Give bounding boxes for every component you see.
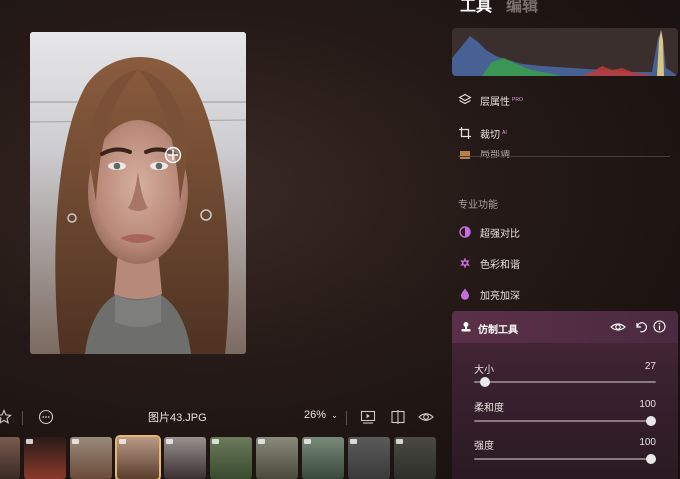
image-badge-icon	[212, 439, 219, 444]
visibility-eye-icon[interactable]	[610, 320, 626, 339]
super-contrast-label: 超强对比	[480, 228, 520, 240]
thumbnail[interactable]	[210, 437, 252, 479]
right-panel: 工具 编辑 层属性 PRO 裁切 AI 局部调 专业功能 超强对比 色彩和谐 加…	[450, 0, 680, 479]
portrait-illustration	[30, 32, 246, 354]
panel-tabs: 工具 编辑	[460, 0, 538, 16]
thumbnail[interactable]	[256, 437, 298, 479]
super-contrast-item[interactable]: 超强对比	[458, 222, 520, 242]
layer-properties-label: 层属性	[480, 96, 510, 108]
preview-eye-icon[interactable]	[418, 409, 434, 425]
portrait-photo[interactable]	[30, 32, 246, 354]
image-badge-icon	[166, 439, 173, 444]
image-badge-icon	[350, 439, 357, 444]
softness-slider-label: 柔和度	[474, 403, 504, 414]
image-badge-icon	[26, 439, 33, 444]
strength-slider-value: 100	[639, 437, 656, 448]
strength-slider-handle[interactable]	[645, 454, 656, 464]
brush-icon	[458, 150, 472, 160]
filename-label: 图片43.JPG	[148, 412, 207, 424]
dodge-burn-label: 加亮加深	[480, 290, 520, 302]
bottom-toolbar: 图片43.JPG 26% ⌄	[0, 405, 450, 431]
size-slider-value: 27	[644, 361, 656, 372]
compare-icon[interactable]	[390, 409, 406, 425]
thumbnail[interactable]	[0, 437, 20, 479]
size-slider[interactable]	[474, 377, 656, 387]
layer-properties-item[interactable]: 层属性 PRO	[458, 90, 523, 110]
pro-tag: PRO	[512, 97, 523, 103]
crop-item[interactable]: 裁切 AI	[458, 123, 507, 143]
crop-label: 裁切	[480, 129, 500, 141]
toolbar-divider	[22, 411, 23, 425]
more-options-icon[interactable]	[38, 409, 54, 425]
canvas-area[interactable]	[0, 0, 450, 400]
color-harmony-item[interactable]: 色彩和谐	[458, 253, 520, 273]
stamp-icon	[460, 320, 472, 338]
chevron-down-icon: ⌄	[331, 411, 338, 420]
zoom-level-dropdown[interactable]: 26% ⌄	[304, 409, 338, 421]
star-icon[interactable]	[0, 409, 12, 425]
filmstrip	[0, 435, 450, 479]
color-harmony-label: 色彩和谐	[480, 259, 520, 271]
strength-slider[interactable]	[474, 454, 656, 464]
dodge-burn-item[interactable]: 加亮加深	[458, 284, 520, 304]
tab-tools[interactable]: 工具	[460, 0, 492, 15]
pro-features-title: 专业功能	[458, 200, 498, 211]
thumbnail[interactable]	[302, 437, 344, 479]
color-harmony-icon	[458, 256, 472, 270]
clone-tool-header[interactable]: 仿制工具	[452, 311, 678, 343]
thumbnail[interactable]	[348, 437, 390, 479]
clone-tool-title: 仿制工具	[478, 325, 518, 336]
thumbnail[interactable]	[394, 437, 436, 479]
strength-slider-label: 强度	[474, 441, 494, 452]
local-adjust-label: 局部调	[480, 150, 510, 160]
size-slider-label: 大小	[474, 365, 494, 376]
softness-slider-value: 100	[639, 399, 656, 410]
thumbnail[interactable]	[24, 437, 66, 479]
image-badge-icon	[258, 439, 265, 444]
layers-icon	[458, 93, 472, 107]
slideshow-icon[interactable]	[360, 409, 376, 425]
contrast-icon	[458, 225, 472, 239]
ai-tag: AI	[502, 130, 507, 136]
zoom-level-value: 26%	[304, 409, 327, 421]
image-badge-icon	[72, 439, 79, 444]
info-icon[interactable]	[653, 320, 666, 338]
panel-divider	[458, 156, 670, 157]
local-adjust-item[interactable]: 局部调	[458, 150, 510, 160]
image-badge-icon	[396, 439, 403, 444]
tab-edit[interactable]: 编辑	[506, 0, 538, 15]
toolbar-divider	[346, 411, 347, 425]
image-badge-icon	[304, 439, 311, 444]
thumbnail[interactable]	[70, 437, 112, 479]
thumbnail-selected[interactable]	[115, 435, 161, 479]
softness-slider-handle[interactable]	[645, 416, 656, 426]
softness-slider[interactable]	[474, 416, 656, 426]
clone-target-icon[interactable]	[164, 146, 182, 164]
image-badge-icon	[119, 439, 126, 444]
undo-icon[interactable]	[634, 320, 648, 338]
histogram	[452, 28, 678, 76]
thumbnail[interactable]	[164, 437, 206, 479]
size-slider-handle[interactable]	[479, 377, 490, 387]
crop-icon	[458, 126, 472, 140]
clone-tool-panel: 仿制工具 大小 27 柔和度 100 强度 100	[452, 311, 678, 479]
dodge-burn-icon	[458, 287, 472, 301]
